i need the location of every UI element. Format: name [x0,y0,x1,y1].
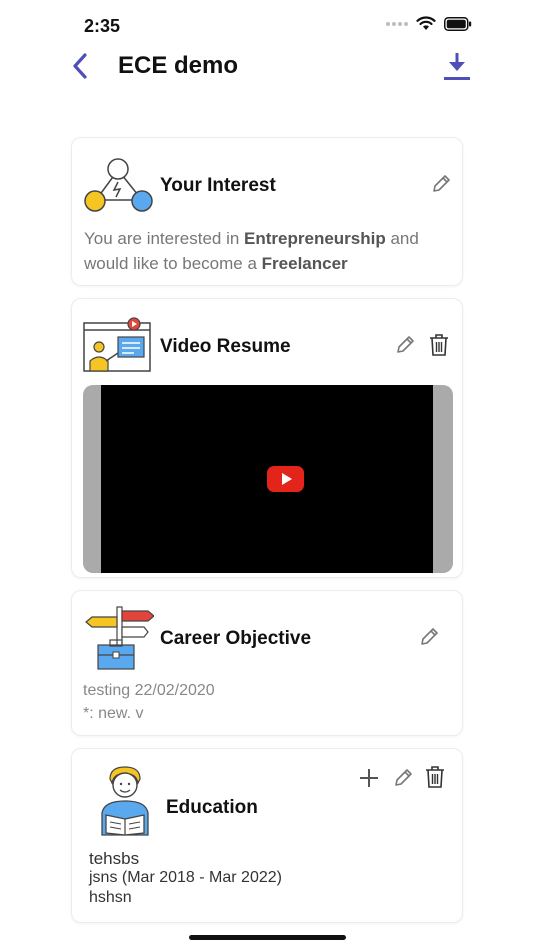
education-extra: hshsn [89,889,132,906]
edit-video-button[interactable] [392,332,418,358]
interest-value: Entrepreneurship [244,229,386,248]
status-icons [386,16,472,31]
interest-title: Your Interest [160,175,276,196]
trash-icon [426,766,444,788]
career-objective-card: Career Objective testing 22/02/2020 *: n… [71,590,463,736]
edit-education-button[interactable] [390,765,416,791]
interest-text: You are interested in Entrepreneurship a… [84,226,454,276]
video-resume-title: Video Resume [160,336,291,357]
page-title: ECE demo [118,52,239,79]
delete-education-button[interactable] [422,764,448,790]
signal-icon [386,21,408,26]
back-button[interactable] [66,50,94,82]
battery-icon [444,16,472,31]
career-objective-line2: *: new. v [83,705,144,722]
nav-bar: ECE demo [0,48,534,88]
status-time: 2:35 [84,16,121,36]
pencil-icon [395,769,412,786]
trash-icon [430,334,448,356]
edit-career-button[interactable] [416,624,442,650]
signpost-icon [85,606,154,670]
role-value: Freelancer [261,254,348,273]
wifi-icon [416,16,436,30]
video-presentation-icon [83,317,151,372]
edit-interest-button[interactable] [428,171,454,197]
interest-text-prefix: You are interested in [84,229,245,248]
delete-video-button[interactable] [426,332,452,358]
pencil-icon [433,175,450,192]
add-education-button[interactable] [356,765,382,791]
education-title: Education [166,797,258,818]
video-player[interactable] [83,385,453,573]
interest-card: Your Interest You are interested in Entr… [71,137,463,286]
video-resume-card: Video Resume [71,298,463,578]
video-screen [101,385,433,573]
student-reading-icon [101,766,149,836]
pencil-icon [421,628,438,645]
download-button[interactable] [442,48,472,84]
education-institution-dates: jsns (Mar 2018 - Mar 2022) [89,869,282,886]
youtube-play-icon[interactable] [267,466,304,492]
education-card: Education tehsbs jsns (Mar 2018 - Mar 20… [71,748,463,923]
plus-icon [360,769,378,787]
chevron-left-icon [73,53,87,79]
pencil-icon [397,336,414,353]
interest-network-icon [84,158,153,212]
career-objective-title: Career Objective [160,628,312,649]
career-objective-line1: testing 22/02/2020 [83,682,215,699]
education-degree: tehsbs [89,849,140,868]
status-bar: 2:35 [0,0,534,48]
download-icon [444,53,470,80]
home-indicator [189,935,346,940]
